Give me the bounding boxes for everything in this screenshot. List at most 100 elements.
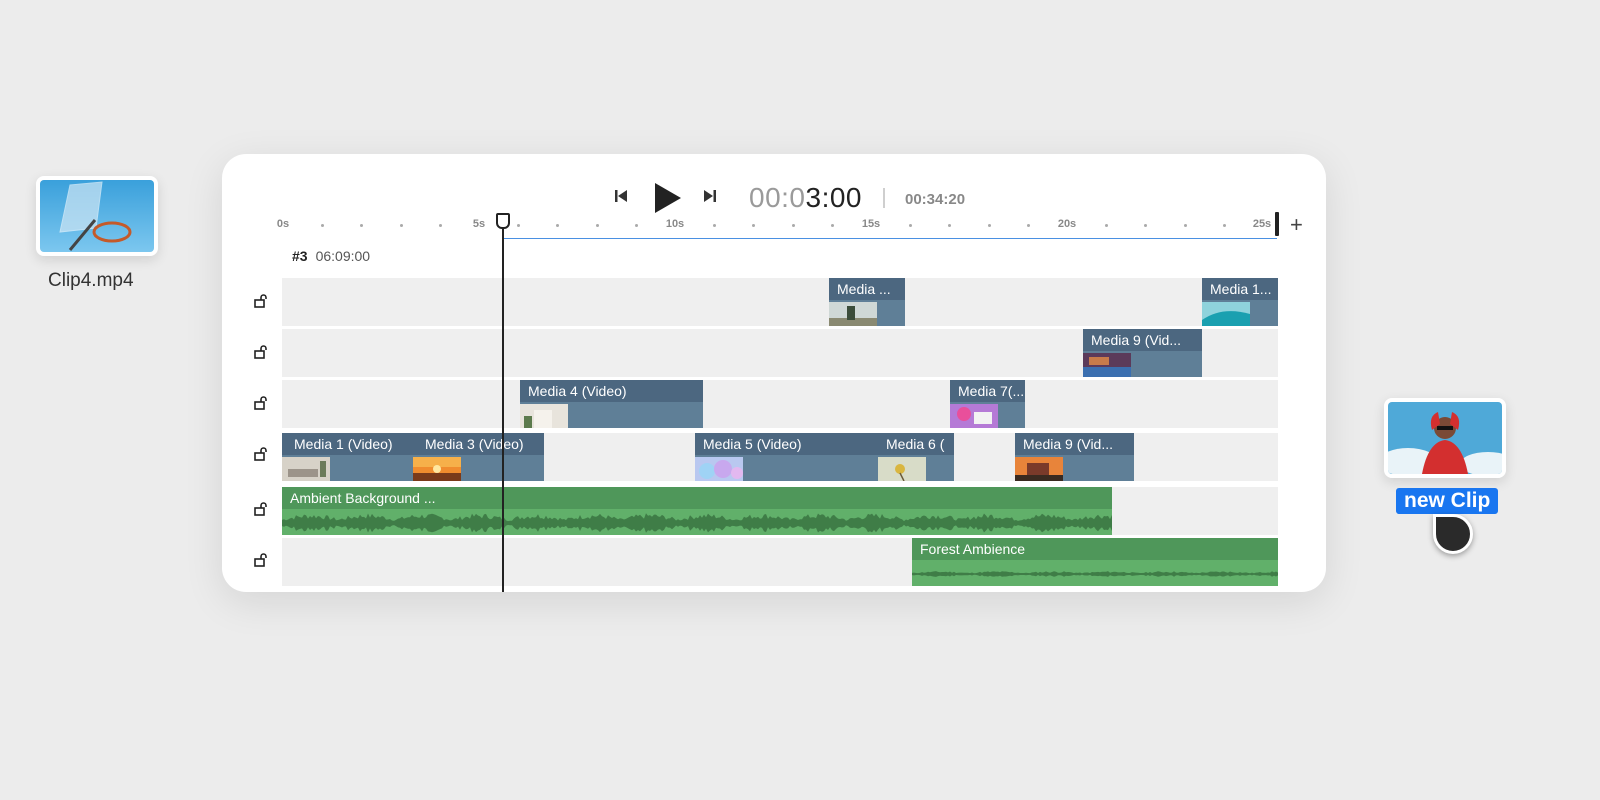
ruler-dot	[1105, 224, 1109, 227]
video-clip[interactable]: Media 9 (Vid...	[1015, 433, 1134, 481]
time-separator	[883, 188, 885, 208]
track-info: #3 06:09:00	[292, 248, 370, 264]
ruler-dot	[791, 224, 795, 227]
clip-title: Media 1 (Video)	[282, 433, 413, 455]
current-time-dim: 00:0	[749, 182, 806, 213]
clip-title: Media 1...	[1202, 278, 1278, 300]
clip-title: Forest Ambience	[912, 538, 1278, 560]
clip-thumbnail	[282, 457, 330, 481]
waveform	[282, 513, 1112, 533]
skip-forward-icon[interactable]	[702, 188, 718, 204]
clip-thumbnail	[1083, 353, 1131, 377]
ruler-dot	[1183, 224, 1187, 227]
ruler-dot	[556, 224, 560, 227]
ruler-dot	[634, 224, 638, 227]
playhead-handle[interactable]	[496, 213, 510, 229]
ruler-dot	[909, 224, 913, 227]
video-clip[interactable]: Media 1 (Video)	[282, 433, 413, 481]
clip-thumbnail	[950, 404, 998, 428]
dragged-clip-card[interactable]	[1384, 398, 1506, 478]
lock-open-icon[interactable]	[254, 345, 268, 359]
clip-thumbnail	[695, 457, 743, 481]
video-clip[interactable]: Media 5 (Video)	[695, 433, 878, 481]
clip-title: Media ...	[829, 278, 905, 300]
ruler-label: 0s	[276, 218, 290, 230]
timeline-track[interactable]: Media ... Media 1...	[282, 278, 1278, 326]
lock-open-icon[interactable]	[254, 447, 268, 461]
skip-back-icon[interactable]	[613, 188, 629, 204]
clip-thumbnail	[1388, 402, 1502, 474]
clip-title: Ambient Background ...	[282, 487, 1112, 509]
ruler-dot	[1026, 224, 1030, 227]
track-time: 06:09:00	[315, 248, 371, 264]
playhead[interactable]	[502, 214, 504, 592]
video-clip[interactable]: Media 1...	[1202, 278, 1278, 326]
clip-title: Media 7(...	[950, 380, 1025, 402]
clip-title: Media 9 (Vid...	[1083, 329, 1202, 351]
ruler-dot	[399, 224, 403, 227]
video-clip[interactable]: Media 4 (Video)	[520, 380, 703, 428]
timeline-track[interactable]: Forest Ambience	[282, 538, 1278, 586]
clip-thumbnail	[878, 457, 926, 481]
ruler-dot	[948, 224, 952, 227]
audio-clip[interactable]: Forest Ambience	[912, 538, 1278, 586]
timeline-track[interactable]: Media 4 (Video) Media 7(...	[282, 380, 1278, 428]
total-time: 00:34:20	[905, 191, 966, 208]
timeline-panel: 00:03:00 00:34:20 0s 5s 10s 15s 20s 25s …	[222, 154, 1326, 592]
ruler-label: 5s	[472, 218, 486, 230]
floating-clip-filename: Clip4.mp4	[48, 270, 134, 291]
plus-icon[interactable]: +	[1290, 212, 1303, 238]
ruler-dot	[517, 224, 521, 227]
floating-clip-card[interactable]	[36, 176, 158, 256]
clip-thumbnail	[40, 180, 154, 252]
ruler-dot	[360, 224, 364, 227]
ruler-dot	[321, 224, 325, 227]
clip-title: Media 5 (Video)	[695, 433, 878, 455]
ruler-dot	[830, 224, 834, 227]
waveform	[912, 571, 1278, 577]
clip-title: Media 6 (	[878, 433, 954, 455]
lock-open-icon[interactable]	[254, 553, 268, 567]
video-clip[interactable]: Media 7(...	[950, 380, 1025, 428]
clip-title: Media 9 (Vid...	[1015, 433, 1134, 455]
clip-thumbnail	[1015, 457, 1063, 481]
clip-thumbnail	[413, 457, 461, 481]
ruler-label: 25s	[1252, 218, 1272, 230]
timeline-track[interactable]: Media 1 (Video) Media 3 (Video) Media 5 …	[282, 433, 1278, 481]
new-clip-tag: new Clip	[1396, 488, 1499, 514]
ruler-dot	[595, 224, 599, 227]
clip-thumbnail	[1202, 302, 1250, 326]
play-icon[interactable]	[652, 182, 682, 214]
lock-open-icon[interactable]	[254, 502, 268, 516]
ruler-label: 10s	[665, 218, 685, 230]
ruler-dot	[987, 224, 991, 227]
video-clip[interactable]: Media 9 (Vid...	[1083, 329, 1202, 377]
video-clip[interactable]: Media 6 (	[878, 433, 954, 481]
ruler-dot	[438, 224, 442, 227]
clip-thumbnail	[829, 302, 877, 326]
ruler-label: 20s	[1057, 218, 1077, 230]
clip-title: Media 4 (Video)	[520, 380, 703, 402]
ruler-dot	[713, 224, 717, 227]
current-time-bright: 3:00	[805, 182, 862, 213]
timeline-track[interactable]: Ambient Background ...	[282, 487, 1278, 535]
transport-bar: 00:03:00 00:34:20	[222, 168, 1326, 213]
ruler-dot	[752, 224, 756, 227]
time-ruler[interactable]: 0s 5s 10s 15s 20s 25s	[222, 214, 1326, 238]
clip-title: Media 3 (Video)	[413, 433, 544, 455]
timeline-end-handle[interactable]	[1275, 212, 1279, 236]
video-clip[interactable]: Media 3 (Video)	[413, 433, 544, 481]
clip-thumbnail	[520, 404, 568, 428]
ruler-dot	[1222, 224, 1226, 227]
current-time: 00:03:00	[749, 182, 862, 214]
timeline-progress-line	[502, 238, 1277, 239]
timeline-track[interactable]: Media 9 (Vid...	[282, 329, 1278, 377]
ruler-dot	[1144, 224, 1148, 227]
ruler-label: 15s	[861, 218, 881, 230]
video-clip[interactable]: Media ...	[829, 278, 905, 326]
track-index: #3	[292, 248, 308, 264]
lock-open-icon[interactable]	[254, 396, 268, 410]
lock-open-icon[interactable]	[254, 294, 268, 308]
audio-clip[interactable]: Ambient Background ...	[282, 487, 1112, 535]
drag-cursor-icon	[1433, 514, 1473, 554]
